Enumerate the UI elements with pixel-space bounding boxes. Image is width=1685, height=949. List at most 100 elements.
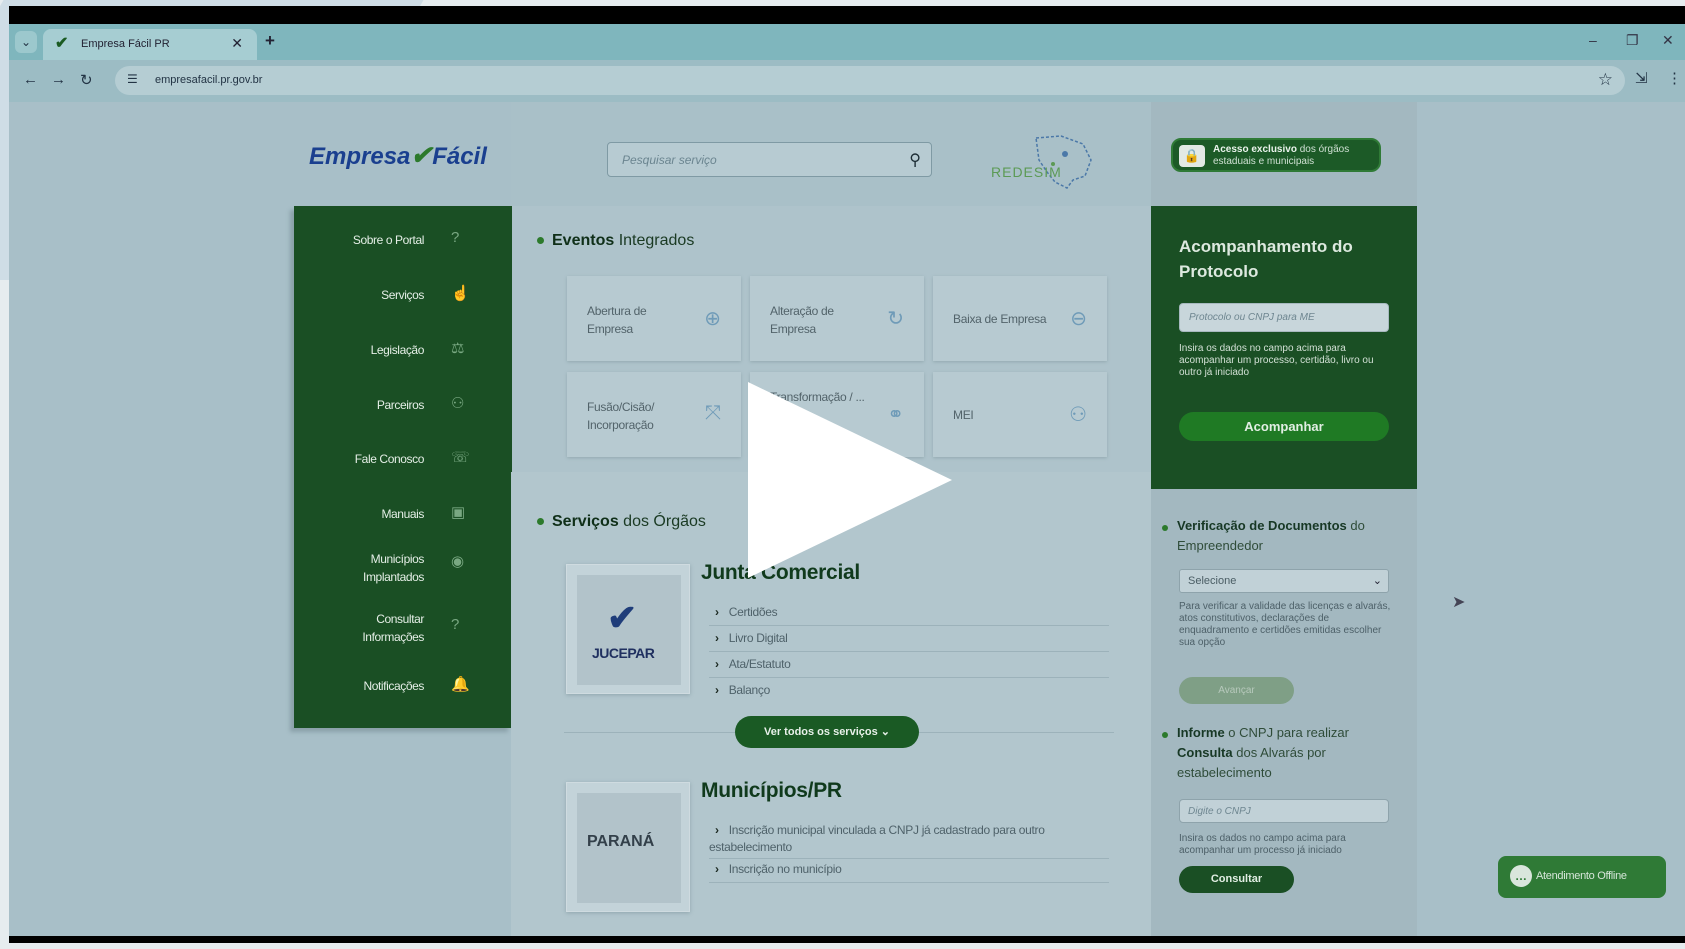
alvaras-title-part2: o CNPJ para realizar [1228,725,1349,740]
sidebar-item-label: Legislação [370,343,425,357]
junta-link-ata[interactable]: › Ata/Estatuto [715,657,791,671]
jucepar-logo[interactable]: ✔ JUCEPAR [566,564,690,694]
evento-card-baixa[interactable]: Baixa de Empresa ⊖ [933,276,1107,361]
acompanhar-button[interactable]: Acompanhar [1179,412,1389,441]
orgaos-title-bold: Serviços [552,513,619,530]
junta-link-livro[interactable]: › Livro Digital [715,631,788,645]
handshake-icon: ⚇ [451,395,465,412]
evento-card-fusao[interactable]: Fusão/Cisão/ Incorporação ⤧ [567,372,741,457]
acesso-exclusivo-button[interactable]: 🔒 Acesso exclusivo dos órgãos estaduais … [1171,138,1381,172]
play-icon[interactable] [748,382,952,578]
lock-icon: 🔒 [1179,145,1205,167]
cnpj-input[interactable]: Digite o CNPJ [1179,799,1389,823]
tab-title: Empresa Fácil PR [81,38,170,50]
card-label: Fusão/Cisão/ Incorporação [587,400,655,432]
search-icon[interactable]: ⚲ [909,150,921,170]
button-label: Ver todos os serviços [764,726,878,738]
acesso-text-bold: Acesso exclusivo [1213,144,1297,155]
empresa-facil-logo[interactable]: Empresa✔Fácil [309,140,487,171]
alvaras-title: Informe o CNPJ para realizar Consulta do… [1177,723,1397,783]
sidebar-item-label: Consultar Informações [362,612,424,644]
municipios-link-inscricao-vinculada[interactable]: › Inscrição municipal vinculada a CNPJ já… [709,822,1099,856]
divider [709,677,1109,678]
alvaras-help-text: Insira os dados no campo acima para acom… [1179,833,1346,856]
book-icon: ▣ [451,504,466,521]
sidebar-item-legislacao[interactable]: Legislação ⚖ [294,328,512,372]
reload-icon[interactable]: ↻ [80,71,93,89]
chat-bubble-icon: … [1510,865,1532,887]
parana-logo[interactable]: PARANÁ [566,782,690,912]
favicon-check-icon: ✔ [55,35,69,52]
sidebar-item-manuais[interactable]: Manuais ▣ [294,492,512,536]
evento-card-mei[interactable]: MEI ⚇ [933,372,1107,457]
orgaos-section-title: Serviços dos Órgãos [537,513,706,531]
bullet-dot [1162,525,1168,531]
orgaos-title-rest: dos Órgãos [623,513,706,530]
extension-icon[interactable]: ⇲ [1635,69,1648,87]
documento-select[interactable]: Selecione ⌄ [1179,569,1389,593]
sidebar-item-parceiros[interactable]: Parceiros ⚇ [294,383,512,427]
divider [709,651,1109,652]
back-icon[interactable]: ← [23,71,38,88]
sidebar-nav: Sobre o Portal ? Serviços ☝ Legislação ⚖… [294,206,512,728]
redesim-logo[interactable]: REDESIM [981,130,1103,192]
site-info-icon[interactable]: ☰ [127,72,138,86]
restore-icon[interactable]: ❐ [1626,32,1639,49]
sidebar-item-sobre[interactable]: Sobre o Portal ? [294,218,512,262]
sidebar-item-servicos[interactable]: Serviços ☝ [294,273,512,317]
evento-card-alteracao[interactable]: Alteração de Empresa ↻ [750,276,924,361]
new-tab-icon[interactable]: + [265,31,275,51]
select-value: Selecione [1188,575,1237,587]
bullet-dot [537,237,544,245]
service-search-input[interactable]: Pesquisar serviço ⚲ [607,142,932,177]
forward-icon[interactable]: → [51,71,66,88]
sidebar-item-label: Serviços [381,288,424,302]
municipios-link-inscricao[interactable]: › Inscrição no município [715,862,842,876]
sidebar-item-fale-conosco[interactable]: Fale Conosco ☏ [294,437,512,481]
consultar-button[interactable]: Consultar [1179,866,1294,893]
chevron-right-icon: › [715,657,719,671]
input-placeholder: Protocolo ou CNPJ para ME [1189,312,1315,323]
junta-link-balanco[interactable]: › Balanço [715,683,770,697]
link-text: Inscrição municipal vinculada a CNPJ já … [709,823,1045,854]
junta-link-certidoes[interactable]: › Certidões [715,605,778,619]
sidebar-item-consultar[interactable]: Consultar Informações ? [294,604,512,654]
protocolo-input[interactable]: Protocolo ou CNPJ para ME [1179,303,1389,332]
mouse-cursor-icon: ➤ [1452,594,1466,611]
atendimento-chat-button[interactable]: … Atendimento Offline [1498,856,1666,898]
logo-check-icon: ✔ [410,140,433,170]
sidebar-item-municipios[interactable]: Municípios Implantados ◉ [294,544,512,594]
bullet-dot [537,518,544,526]
chevron-right-icon: › [715,862,719,876]
sidebar-item-label: Notificações [363,679,424,693]
scale-icon: ⚖ [451,340,465,357]
search-placeholder: Pesquisar serviço [622,153,717,167]
municipios-title[interactable]: Municípios/PR [701,779,842,803]
browser-tab[interactable]: ✔ Empresa Fácil PR ✕ [43,29,257,60]
close-window-icon[interactable]: ✕ [1662,32,1674,49]
minimize-icon[interactable]: – [1589,32,1597,48]
question-icon: ? [451,229,460,246]
chevron-down-icon: ⌄ [1372,575,1382,587]
address-bar[interactable]: ☰ empresafacil.pr.gov.br ☆ [115,66,1625,95]
ver-todos-servicos-button[interactable]: Ver todos os serviços ⌄ [735,716,919,748]
link-text: Ata/Estatuto [728,657,791,671]
tab-search-button[interactable]: ⌄ [15,31,37,53]
video-thumbnail[interactable]: ⌄ ✔ Empresa Fácil PR ✕ + – ❐ ✕ ← → ↻ ☰ e… [0,0,1685,949]
browser-menu-icon[interactable]: ⋮ [1667,69,1682,87]
sidebar-item-notificacoes[interactable]: Notificações 🔔 [294,664,512,708]
evento-card-abertura[interactable]: Abertura de Empresa ⊕ [567,276,741,361]
plus-circle-icon: ⊕ [704,308,721,330]
verificacao-help-text: Para verificar a validade das licenças e… [1179,601,1391,648]
alvaras-title-part1: Informe [1177,725,1225,740]
eventos-title-rest: Integrados [618,232,695,249]
divider [709,858,1109,859]
logo-frame: PARANÁ [577,793,681,903]
minus-circle-icon: ⊖ [1070,308,1087,330]
avancar-button[interactable]: Avançar [1179,677,1294,704]
card-label: Abertura de Empresa [587,304,647,336]
link-text: Inscrição no município [728,862,842,876]
close-tab-icon[interactable]: ✕ [231,35,243,52]
card-label: MEI [953,408,974,422]
bookmark-star-icon[interactable]: ☆ [1598,70,1613,90]
